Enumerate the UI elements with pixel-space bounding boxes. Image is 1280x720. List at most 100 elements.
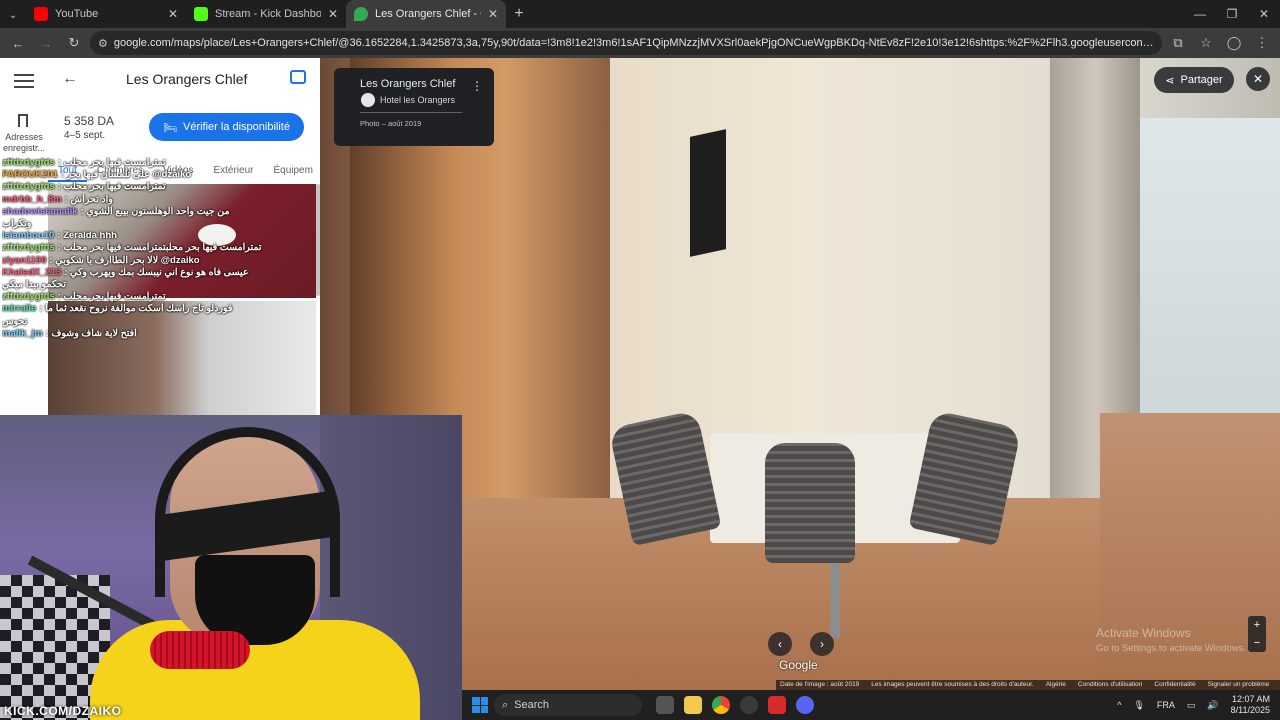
back-arrow-icon[interactable]: ← [62, 70, 78, 88]
close-tab-icon[interactable]: ✕ [488, 7, 498, 21]
close-tab-icon[interactable]: ✕ [328, 7, 338, 21]
chat-text: : عيسى فاه هو نوع اني نيبسك بمك ويهرب وك… [64, 266, 249, 278]
chat-message: zffdzdygfds: تمترامست فيها بحر محلبتمترا… [2, 242, 318, 254]
chat-text: تحكمو بيدا ميكي [2, 279, 66, 291]
chat-text: : تمترامست فيها بحر محلب [57, 157, 166, 168]
media-player-icon[interactable] [768, 696, 786, 714]
microphone-tray-icon[interactable]: 🎙 [1133, 700, 1144, 711]
task-view-icon[interactable] [656, 696, 674, 714]
chat-message: نحوس [2, 316, 318, 328]
footer-country[interactable]: Algérie [1046, 680, 1066, 690]
windows-start-icon[interactable] [472, 697, 488, 713]
check-availability-button[interactable]: 🛏 Vérifier la disponibilité [149, 113, 304, 141]
chat-message: Islambou10: Zeralda hhh [2, 230, 318, 242]
taskbar-search[interactable]: ⌕ Search [494, 694, 642, 716]
tab-title: Les Orangers Chlef - Google M [375, 8, 481, 20]
footer-privacy-link[interactable]: Confidentialité [1154, 680, 1195, 690]
profile-icon[interactable]: ◯ [1222, 31, 1246, 55]
photo-date: Photo – août 2019 [360, 119, 422, 128]
maximize-icon[interactable]: ❐ [1216, 0, 1248, 28]
stay-dates[interactable]: 4–5 sept. [64, 130, 105, 141]
obs-icon[interactable] [740, 696, 758, 714]
activate-windows-watermark: Activate Windows Go to Settings to activ… [1096, 626, 1246, 656]
browser-toolbar: ← → ↻ ⚙ google.com/maps/place/Les+Orange… [0, 28, 1280, 58]
discord-icon[interactable] [796, 696, 814, 714]
window-controls: — ❐ ✕ [1184, 0, 1280, 28]
chevron-up-icon[interactable]: ^ [1117, 700, 1121, 710]
next-photo-button[interactable]: › [810, 632, 834, 656]
webcam-overlay: KICK.COM/DZAIKO [0, 415, 462, 720]
bookmark-icon [18, 114, 28, 127]
chevron-left-icon: ‹ [778, 637, 782, 651]
tab-youtube[interactable]: YouTube ✕ [26, 0, 186, 28]
chat-message: shadowislamalik: من جيت واحد الوهلستون ب… [2, 206, 318, 218]
tab-kick-dashboard[interactable]: Stream - Kick Dashboard ✕ [186, 0, 346, 28]
tab-search-button[interactable]: ⌄ [0, 2, 26, 28]
chrome-icon[interactable] [712, 696, 730, 714]
photo-viewer[interactable] [320, 58, 1280, 690]
footer-report-link[interactable]: Signaler un problème [1208, 680, 1270, 690]
previous-photo-button[interactable]: ‹ [768, 632, 792, 656]
photo-tv [690, 129, 726, 257]
card-subtitle[interactable]: Hotel les Orangers [380, 95, 455, 105]
chat-message: تحكمو بيدا ميكي [2, 279, 318, 291]
url-text: google.com/maps/place/Les+Orangers+Chlef… [113, 37, 1154, 49]
share-button[interactable]: ⋖ Partager [1154, 67, 1234, 93]
reload-icon[interactable]: ↻ [62, 31, 86, 55]
card-title[interactable]: Les Orangers Chlef [360, 78, 455, 90]
chat-text: : على تلمسان فيها بحر @dzaiko [60, 169, 192, 181]
new-tab-button[interactable]: + [506, 0, 532, 28]
stream-chat-overlay: zffdzdygfds: تمترامست فيها بحر محلب FAROU… [2, 157, 318, 413]
close-window-icon[interactable]: ✕ [1248, 0, 1280, 28]
footer-terms-link[interactable]: Conditions d'utilisation [1078, 680, 1142, 690]
address-bar[interactable]: ⚙ google.com/maps/place/Les+Orangers+Chl… [90, 31, 1162, 55]
saved-places-label[interactable]: Adresses enregistr... [2, 132, 46, 154]
google-logo: Google [779, 658, 818, 672]
zoom-out-icon[interactable]: − [1254, 637, 1260, 649]
chat-username: zffdzdygfds [2, 291, 55, 303]
place-title: Les Orangers Chlef [126, 71, 248, 87]
chat-username: zffdzdygfds [2, 181, 55, 193]
site-info-icon[interactable]: ⚙ [98, 37, 108, 50]
taskbar-clock[interactable]: 12:07 AM 8/11/2025 [1231, 694, 1270, 716]
share-label: Partager [1180, 74, 1223, 86]
chat-username: shadowislamalik [2, 205, 78, 217]
bookmark-star-icon[interactable]: ☆ [1194, 31, 1218, 55]
volume-icon[interactable]: 🔊 [1207, 700, 1218, 711]
footer-copyright: Les images peuvent être soumises à des d… [871, 681, 1034, 688]
check-availability-label: Vérifier la disponibilité [182, 121, 290, 133]
chat-text: : تمترامست فيها بحر محلبتمترامست فيها بح… [57, 242, 262, 254]
search-icon: ⌕ [502, 698, 509, 711]
chat-username: ziyan1190 [2, 254, 47, 266]
back-arrow-icon[interactable]: ← [6, 31, 30, 55]
network-icon[interactable]: ▭ [1187, 700, 1196, 711]
install-app-icon[interactable]: ⧉ [1166, 31, 1190, 55]
chat-text: : تمترامست فيها بحر محلب [57, 181, 166, 193]
zoom-in-icon[interactable]: + [1254, 619, 1260, 631]
add-photo-icon[interactable] [290, 70, 306, 84]
stream-brand-label: KICK.COM/DZAIKO [4, 704, 122, 718]
more-options-icon[interactable]: ⋮ [471, 79, 483, 93]
chat-text: : لالا بحر الطاارف يا شكوبي @dzaiko [49, 254, 200, 266]
photo-info-card: Les Orangers Chlef ⋮ Hotel les Orangers … [334, 68, 494, 146]
hamburger-menu-icon[interactable] [14, 74, 34, 92]
chat-username: malik_jm [2, 327, 43, 339]
chat-message: malik_jm: افتح لاية شاف وشوف [2, 328, 318, 340]
microphone-icon [150, 631, 250, 669]
chat-text: : من جيت واحد الوهلستون بيبع الشوي [80, 205, 230, 217]
chat-text: : فوردلو تاج راسك اسكت موالفة نروح نقعد … [39, 303, 233, 315]
photo-chair [765, 443, 855, 563]
tab-google-maps[interactable]: Les Orangers Chlef - Google M ✕ [346, 0, 506, 28]
chat-username: zffdzdygfds [2, 242, 55, 254]
close-icon[interactable]: ✕ [1246, 67, 1270, 91]
file-explorer-icon[interactable] [684, 696, 702, 714]
forward-arrow-icon[interactable]: → [34, 31, 58, 55]
language-indicator[interactable]: FRA [1157, 700, 1175, 710]
kebab-menu-icon[interactable]: ⋮ [1250, 31, 1274, 55]
chat-message: mirralle: فوردلو تاج راسك اسكت موالفة نر… [2, 303, 318, 315]
minimize-icon[interactable]: — [1184, 0, 1216, 28]
chat-text: : افتح لاية شاف وشوف [45, 327, 137, 339]
close-tab-icon[interactable]: ✕ [168, 7, 178, 21]
search-placeholder: Search [514, 699, 550, 711]
chat-username: FAROUK201 [2, 169, 58, 181]
